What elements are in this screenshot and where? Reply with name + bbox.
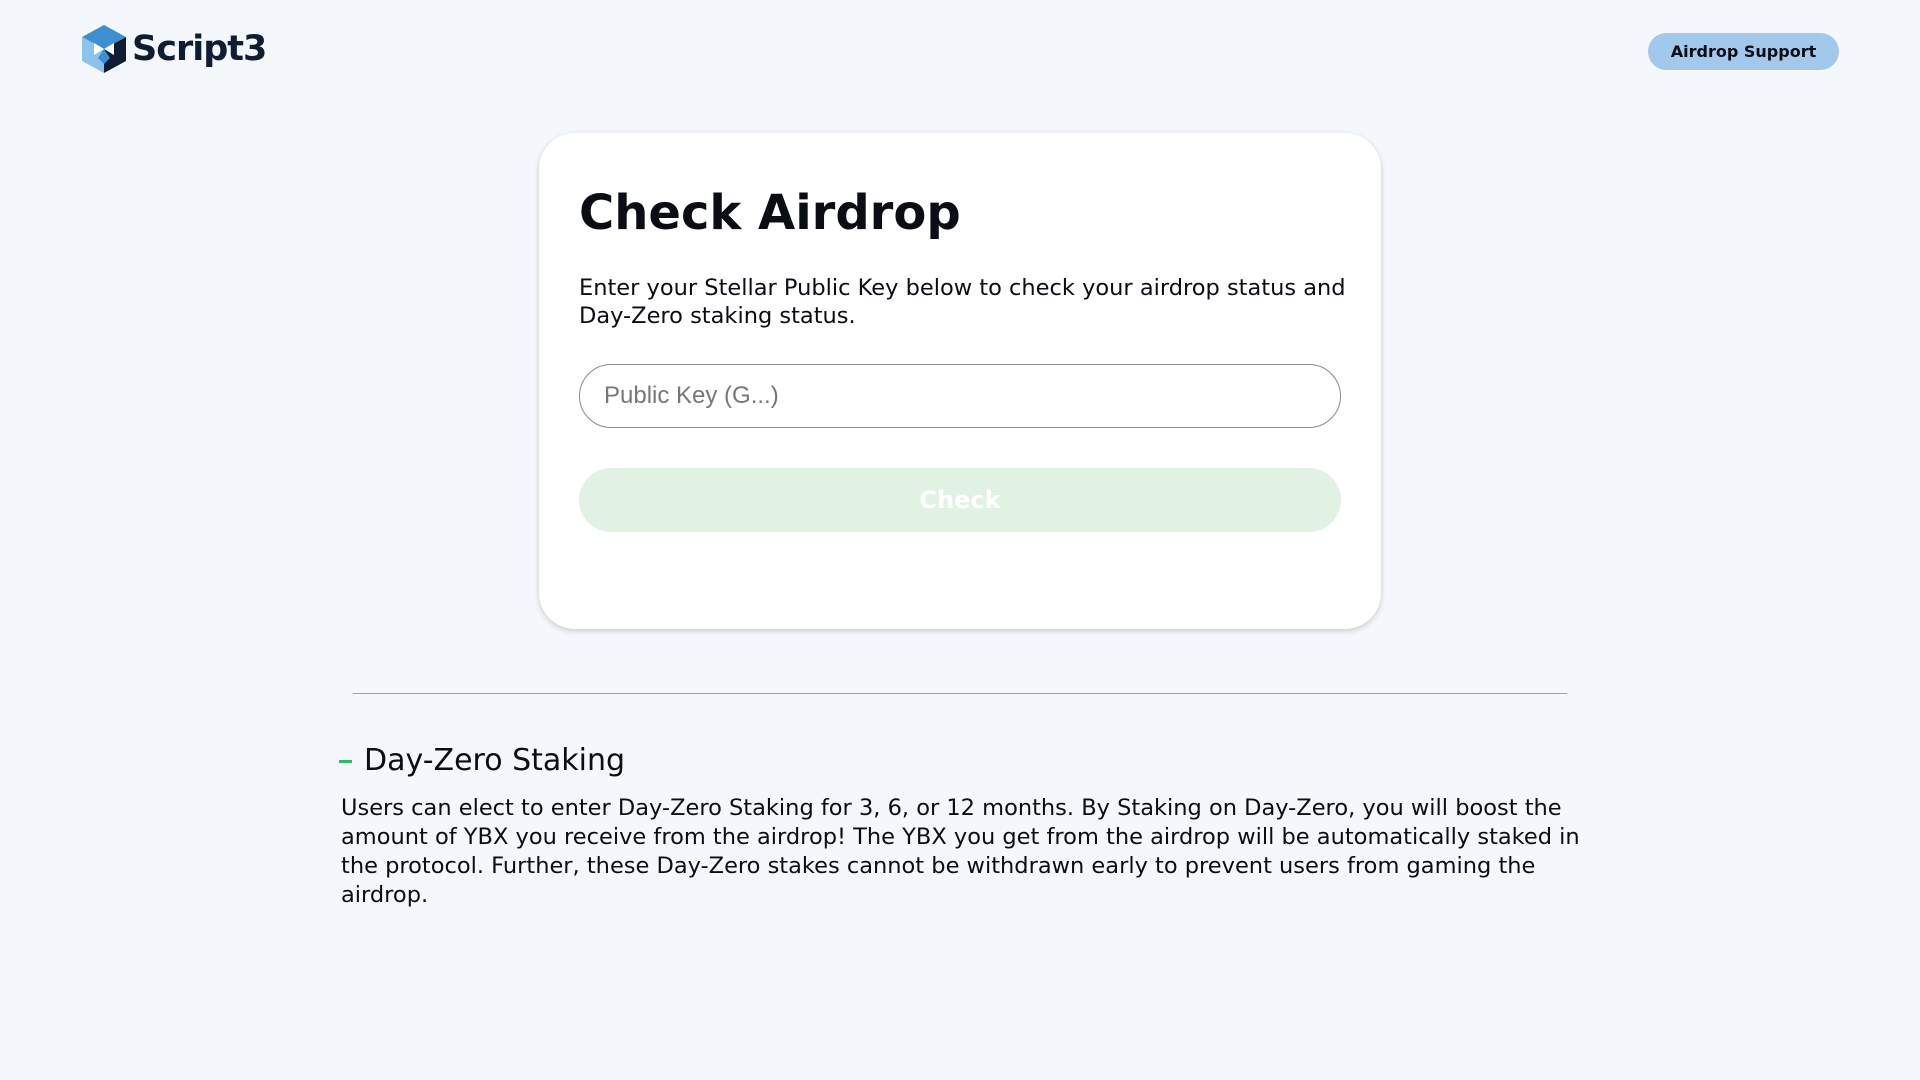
top-header: Script3 Airdrop Support — [0, 0, 1920, 100]
faq-body-text: Users can elect to enter Day-Zero Stakin… — [341, 795, 1580, 908]
page-title: Check Airdrop — [579, 185, 961, 241]
airdrop-support-button[interactable]: Airdrop Support — [1648, 33, 1839, 70]
logo-wordmark: Script3 — [132, 29, 267, 69]
check-button[interactable]: Check — [579, 468, 1341, 532]
minus-icon[interactable] — [339, 759, 352, 763]
check-airdrop-card: Check Airdrop Enter your Stellar Public … — [539, 133, 1381, 629]
card-description: Enter your Stellar Public Key below to c… — [579, 275, 1346, 329]
public-key-input[interactable] — [579, 364, 1341, 428]
section-divider — [353, 693, 1567, 694]
faq-title: Day-Zero Staking — [364, 743, 626, 778]
faq-day-zero-staking-header[interactable]: Day-Zero Staking — [339, 740, 625, 782]
script3-logo[interactable]: Script3 — [80, 24, 267, 74]
cube-logo-icon — [82, 25, 126, 73]
